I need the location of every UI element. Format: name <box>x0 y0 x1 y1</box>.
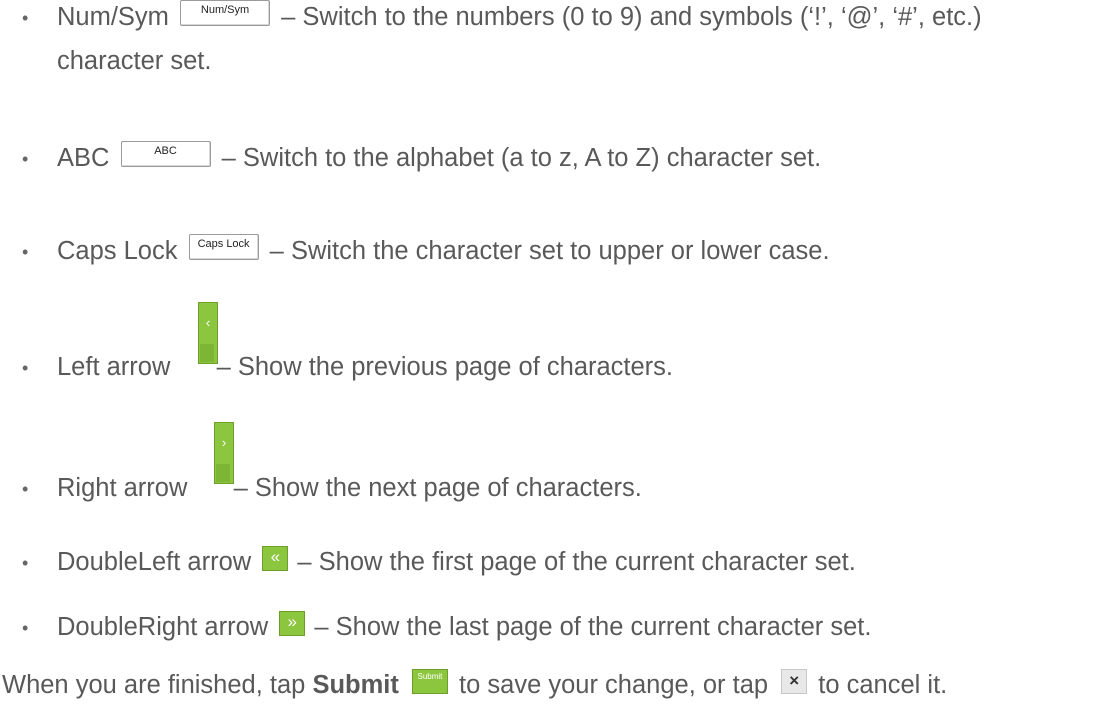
bullet: • <box>22 8 29 28</box>
footer-prefix: When you are finished, tap <box>2 671 313 699</box>
item-name: DoubleRight arrow <box>57 613 269 641</box>
bullet: • <box>22 553 29 573</box>
item-name: Left arrow <box>57 353 171 381</box>
bullet: • <box>22 149 29 169</box>
item-description: – Show the first page of the current cha… <box>297 548 856 576</box>
item-line: Caps Lock Caps Lock – Switch the charact… <box>57 234 830 266</box>
footer-suffix: to cancel it. <box>818 671 948 699</box>
item-description: – Show the previous page of characters. <box>216 353 674 381</box>
item-description: – Show the last page of the current char… <box>314 613 872 641</box>
item-line: ABC ABC – Switch to the alphabet (a to z… <box>57 141 822 173</box>
item-name: Caps Lock <box>57 237 178 265</box>
item-line-continuation: character set. <box>57 46 211 76</box>
item-line: DoubleLeft arrow « – Show the first page… <box>57 546 856 577</box>
item-name: DoubleLeft arrow <box>57 548 252 576</box>
item-description: – Show the next page of characters. <box>233 474 642 502</box>
footer-middle: to save your change, or tap <box>459 671 776 699</box>
abc-key: ABC <box>120 141 211 167</box>
item-line: Num/Sym Num/Sym – Switch to the numbers … <box>57 0 982 32</box>
item-name: ABC <box>57 144 110 172</box>
item-line: Left arrow – Show the previous page of c… <box>57 352 673 382</box>
caps-lock-key: Caps Lock <box>188 234 259 260</box>
submit-button-icon: Submit <box>411 669 448 694</box>
item-description: – Switch the character set to upper or l… <box>269 237 830 265</box>
item-description-continued: character set. <box>57 47 212 75</box>
double-left-arrow-icon: « <box>262 546 289 571</box>
item-description: – Switch to the alphabet (a to z, A to Z… <box>221 144 822 172</box>
item-name: Right arrow <box>57 474 188 502</box>
close-icon: × <box>781 669 808 694</box>
double-right-arrow-icon: » <box>279 611 306 636</box>
item-name: Num/Sym <box>57 3 169 31</box>
bullet: • <box>22 242 29 262</box>
bullet: • <box>22 358 29 378</box>
bullet: • <box>22 618 29 638</box>
submit-word: Submit <box>312 671 399 699</box>
numsym-key: Num/Sym <box>180 0 271 26</box>
item-line: DoubleRight arrow » – Show the last page… <box>57 611 872 642</box>
item-line: Right arrow – Show the next page of char… <box>57 473 642 503</box>
footer-sentence: When you are finished, tap Submit Submit… <box>2 669 948 700</box>
bullet: • <box>22 479 29 499</box>
item-description: – Switch to the numbers (0 to 9) and sym… <box>281 3 982 31</box>
